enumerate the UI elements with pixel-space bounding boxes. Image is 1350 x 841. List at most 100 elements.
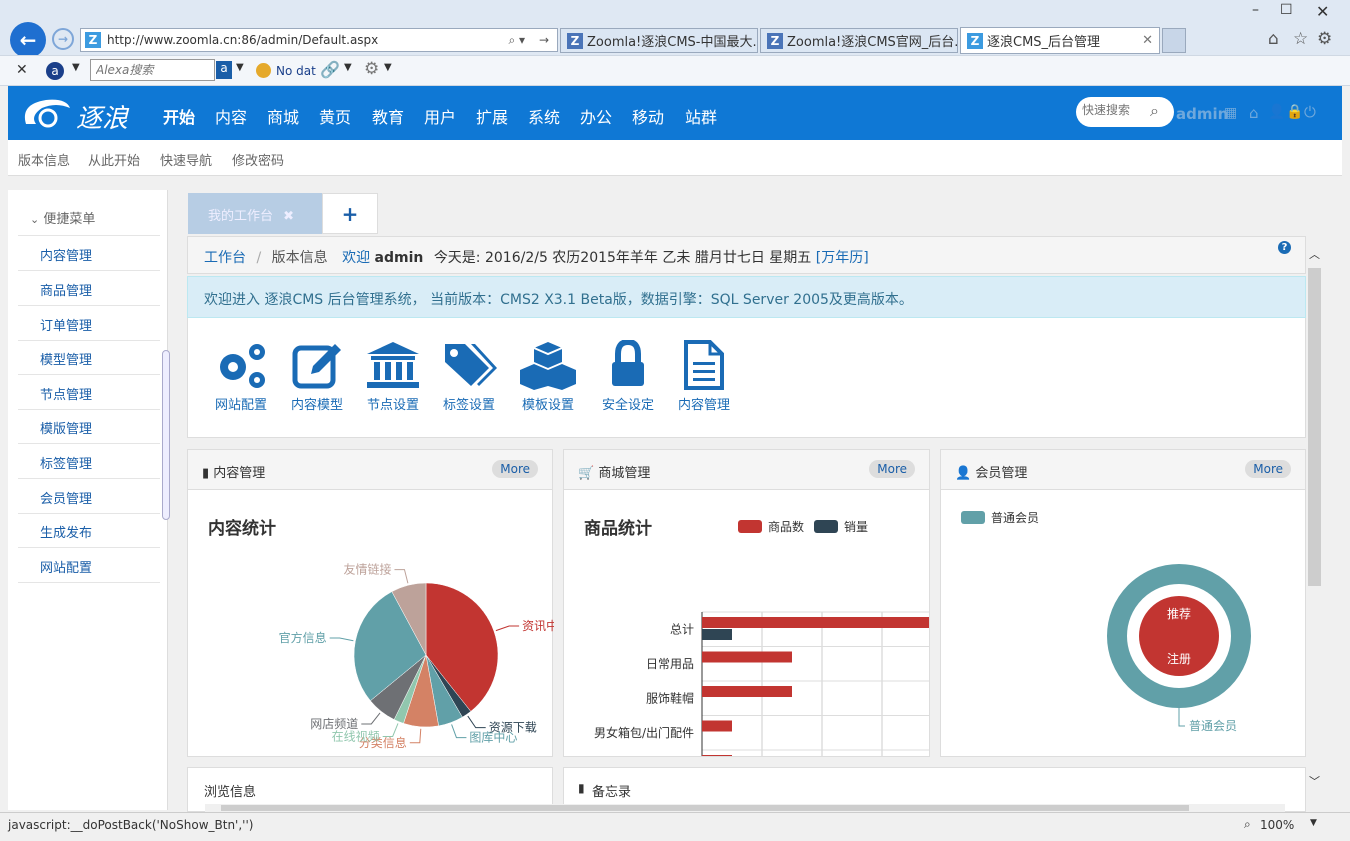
scroll-up-icon[interactable]: ︿ [1309,246,1320,262]
logo[interactable]: 逐浪 [16,94,156,134]
zoom-icon[interactable]: ⌕ [1244,817,1251,832]
search-icon[interactable]: ⌕ ▾ [508,33,525,48]
quick-security[interactable]: 安全设定 [593,340,663,413]
alexa-search-button[interactable]: a [216,61,232,79]
quick-template-settings[interactable]: 模板设置 [513,340,583,413]
lock-icon[interactable]: 🔒 [1286,104,1303,120]
subnav-password[interactable]: 修改密码 [232,150,284,169]
quick-node-settings[interactable]: 节点设置 [358,340,428,413]
sidebar-title[interactable]: ⌄ 便捷菜单 [18,200,160,236]
settings-gear-icon[interactable]: ⚙ [1317,29,1332,49]
new-tab-button[interactable] [1162,28,1186,53]
favorites-icon[interactable]: ☆ [1293,29,1308,49]
more-button[interactable]: More [492,460,538,478]
nav-start[interactable]: 开始 [163,104,195,128]
sidebar-item-labels[interactable]: 标签管理 [18,444,160,479]
nav-user[interactable]: 用户 [424,104,456,128]
close-icon[interactable]: ✖ [283,209,294,224]
sidebar-item-templates[interactable]: 模版管理 [18,409,160,444]
add-tab-button[interactable]: + [322,193,378,234]
nav-office[interactable]: 办公 [580,104,612,128]
go-icon[interactable]: → [539,33,549,47]
calendar-link[interactable]: [万年历] [816,250,869,266]
sidebar-item-publish[interactable]: 生成发布 [18,513,160,548]
y-tick-label: 男女箱包/出门配件 [594,725,694,740]
minimize-icon[interactable]: – [1252,2,1259,18]
horizontal-scrollbar[interactable] [205,804,1285,812]
back-button[interactable]: ← [10,22,46,58]
subnav-quicknav[interactable]: 快速导航 [160,150,212,169]
help-icon[interactable]: ? [1278,241,1291,254]
scroll-down-icon[interactable]: ﹀ [1309,773,1320,789]
more-button[interactable]: More [1245,460,1291,478]
sidebar-item-nodes[interactable]: 节点管理 [18,375,160,410]
alexa-icon[interactable]: a [46,62,64,80]
member-panel-header: 👤 会员管理 More [941,450,1305,490]
hscroll-thumb[interactable] [221,805,1189,811]
pie-leader-line [495,625,520,632]
link-dropdown-icon[interactable]: ▼ [344,62,352,73]
zoom-level[interactable]: 100% [1260,818,1294,832]
vertical-scrollbar[interactable]: ︿ ﹀ [1306,236,1323,812]
zoomla-icon: Z [767,32,783,49]
forward-button[interactable]: → [52,28,74,50]
tools-dropdown-icon[interactable]: ▼ [384,62,392,73]
quick-site-config[interactable]: 网站配置 [206,340,276,413]
sidebar-collapse-handle[interactable] [162,350,170,520]
quick-search-input[interactable] [1082,103,1148,117]
home-icon[interactable]: ⌂ [1249,104,1259,122]
nav-content[interactable]: 内容 [215,104,247,128]
home-icon[interactable]: ⌂ [1268,29,1279,49]
tab-3-active[interactable]: Z 逐浪CMS_后台管理 ✕ [960,27,1160,54]
workbench-tab[interactable]: 我的工作台 ✖ [188,193,323,234]
more-button[interactable]: More [869,460,915,478]
nav-sites[interactable]: 站群 [685,104,717,128]
nav-mobile[interactable]: 移动 [632,104,664,128]
tab-1[interactable]: Z Zoomla!逐浪CMS-中国最大... [560,28,758,53]
edit-icon [292,344,341,389]
nav-yellowpage[interactable]: 黄页 [319,104,351,128]
shop-bar-chart: 商品数销量0246总计日常用品服饰鞋帽男女箱包/出门配件 [594,519,929,756]
subnav-start[interactable]: 从此开始 [88,150,140,169]
nav-shop[interactable]: 商城 [267,104,299,128]
close-toolbar-icon[interactable]: ✕ [16,62,28,78]
inner-label: 推荐 [1167,607,1191,621]
sidebar: ⌄ 便捷菜单 内容管理 商品管理 订单管理 模型管理 节点管理 模版管理 标签管… [8,190,170,810]
sidebar-item-content[interactable]: 内容管理 [18,236,160,271]
legend-label: 销量 [844,520,868,534]
admin-user[interactable]: admin [1176,105,1228,123]
logo-text: 逐浪 [76,104,129,134]
nav-education[interactable]: 教育 [372,104,404,128]
search-icon[interactable]: ⌕ [1150,101,1159,121]
power-icon[interactable]: ⏻ [1304,103,1316,121]
zoom-dropdown-icon[interactable]: ▼ [1310,818,1317,828]
user-icon[interactable]: 👤 [1268,104,1285,120]
alexa-search-input[interactable] [90,59,215,81]
tab-2[interactable]: Z Zoomla!逐浪CMS官网_后台... [760,28,958,53]
tools-gear-icon[interactable]: ⚙ [364,59,379,79]
quick-content-model[interactable]: 内容模型 [282,340,352,413]
sidebar-item-orders[interactable]: 订单管理 [18,306,160,341]
maximize-icon[interactable]: ☐ [1280,2,1293,18]
alexa-dropdown-icon[interactable]: ▼ [72,62,80,73]
close-tab-icon[interactable]: ✕ [1142,33,1153,48]
sidebar-item-members[interactable]: 会员管理 [18,479,160,514]
sidebar-item-products[interactable]: 商品管理 [18,271,160,306]
link-icon[interactable]: 🔗 [320,60,340,79]
panel-title: 会员管理 [975,466,1028,481]
alexa-search-dropdown-icon[interactable]: ▼ [236,62,244,73]
sidebar-item-siteconfig[interactable]: 网站配置 [18,548,160,583]
ring-leader-line [1178,708,1185,727]
scroll-thumb[interactable] [1308,268,1321,586]
close-window-icon[interactable]: ✕ [1316,2,1329,21]
nav-system[interactable]: 系统 [528,104,560,128]
grid-icon[interactable]: ▦ [1224,105,1237,121]
address-bar[interactable]: Z http://www.zoomla.cn:86/admin/Default.… [80,28,558,52]
crumb-home[interactable]: 工作台 [204,250,246,266]
sidebar-item-models[interactable]: 模型管理 [18,340,160,375]
quick-tag-settings[interactable]: 标签设置 [434,340,504,413]
nav-extend[interactable]: 扩展 [476,104,508,128]
quick-search-box[interactable]: ⌕ [1076,97,1174,127]
subnav-version[interactable]: 版本信息 [18,150,70,169]
quick-content-manage[interactable]: 内容管理 [669,340,739,413]
